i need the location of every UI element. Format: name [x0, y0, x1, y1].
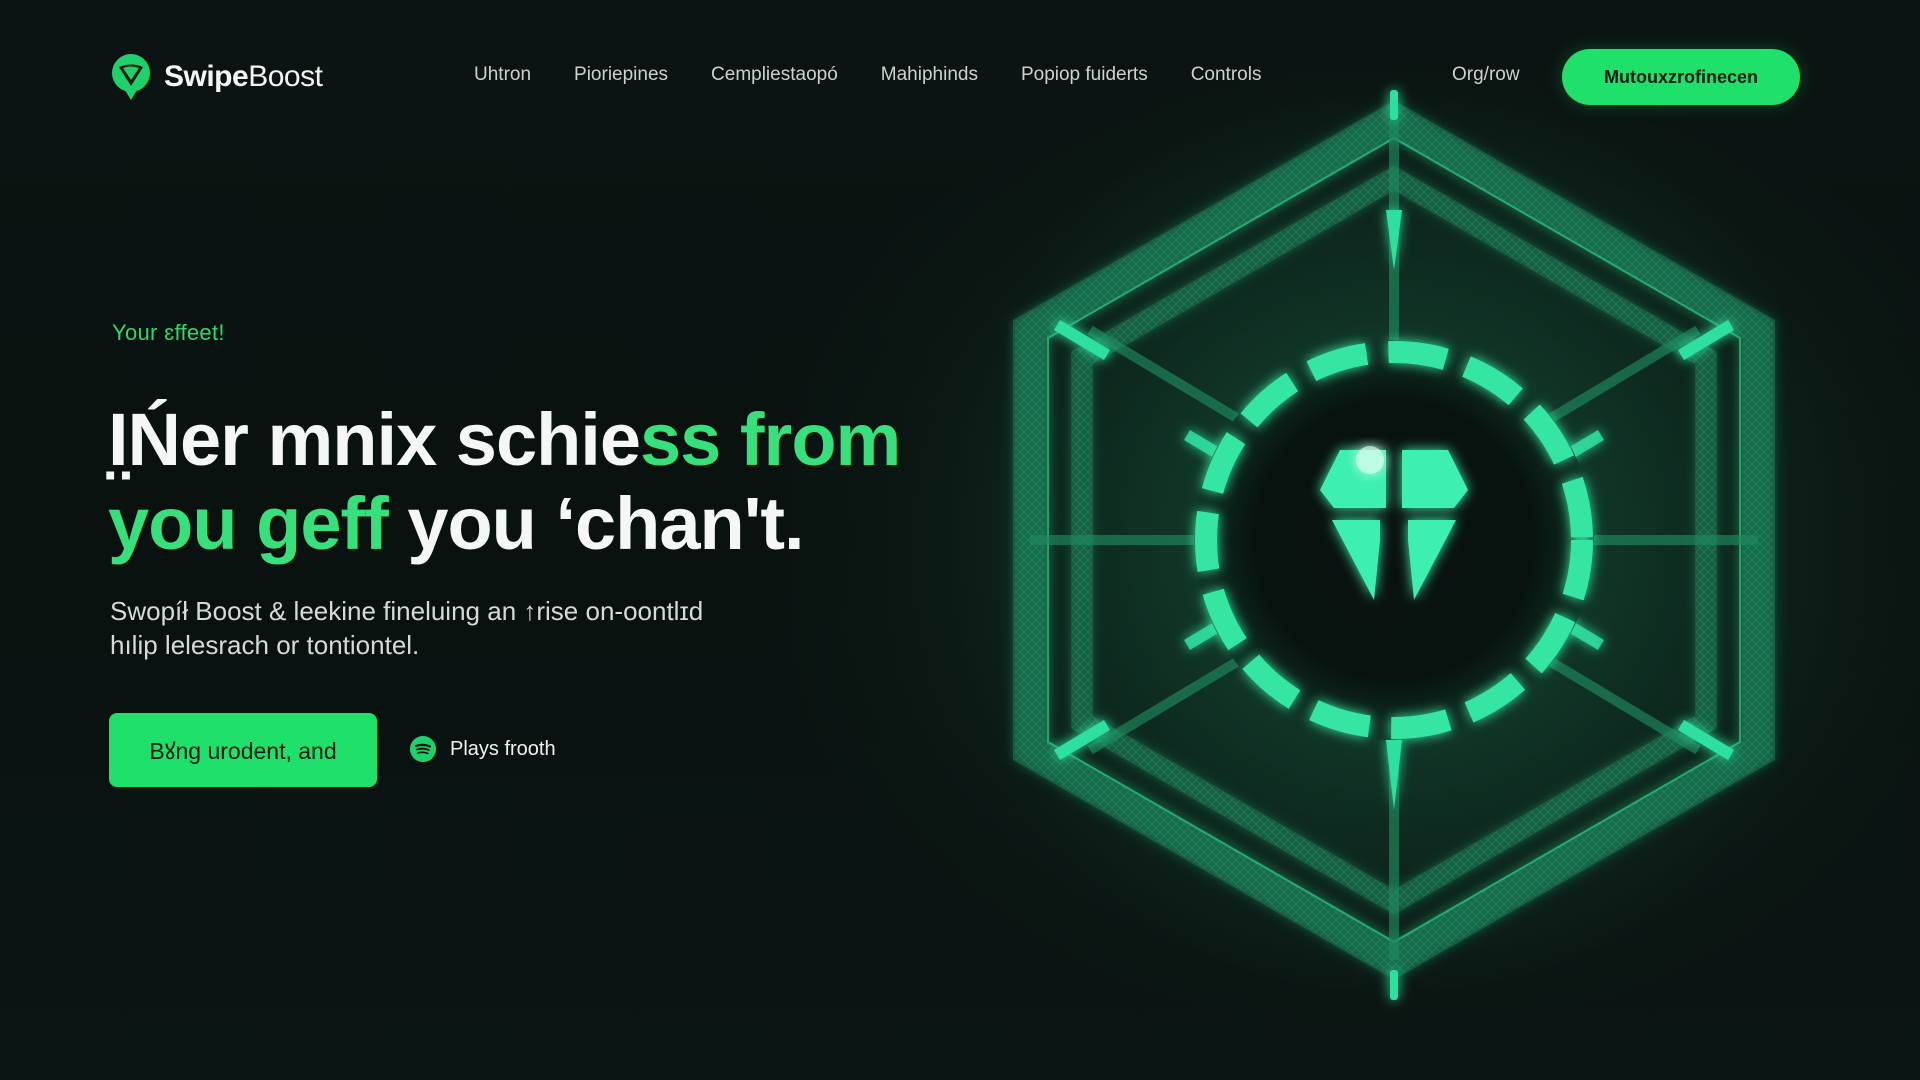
landing-page: SwipeBoost Uhtron Pioriepines Cempliesta…	[0, 0, 1920, 1080]
subtext-line-2: hılip lelesrach or tontiontel.	[110, 630, 420, 660]
spotify-icon	[410, 736, 436, 762]
nav-link-3[interactable]: Cempliestaopó	[711, 64, 838, 86]
secondary-link-label: Plays frooth	[450, 737, 556, 760]
hero-subtext: Swopíł Boost & leekine fineluing an ↑ris…	[110, 594, 790, 662]
headline-part-1: I̤Ńer mnix schie	[108, 398, 641, 481]
hexagon-emblem-illustration	[940, 80, 1840, 1000]
brand-name: SwipeBoost	[164, 60, 323, 93]
headline-part-3: you geff	[108, 482, 389, 565]
headline-part-2: ss from	[640, 398, 901, 481]
nav-link-1[interactable]: Uhtron	[474, 64, 531, 86]
brand[interactable]: SwipeBoost	[108, 52, 323, 102]
heart-pin-logo-icon	[112, 54, 150, 100]
headline-part-4: you ‘chan't.	[387, 482, 804, 565]
hero-headline: I̤Ńer mnix schiess from you geff you ‘cha…	[108, 398, 968, 566]
nav-link-2[interactable]: Pioriepines	[574, 64, 668, 86]
subtext-line-1: Swopíł Boost & leekine fineluing an ↑ris…	[110, 596, 704, 626]
hero-secondary-link[interactable]: Plays frooth	[410, 734, 556, 764]
hero-eyebrow: Your ɛffeet!	[112, 320, 225, 345]
hero-primary-button[interactable]: Bꙋng urodent, and	[109, 713, 377, 787]
